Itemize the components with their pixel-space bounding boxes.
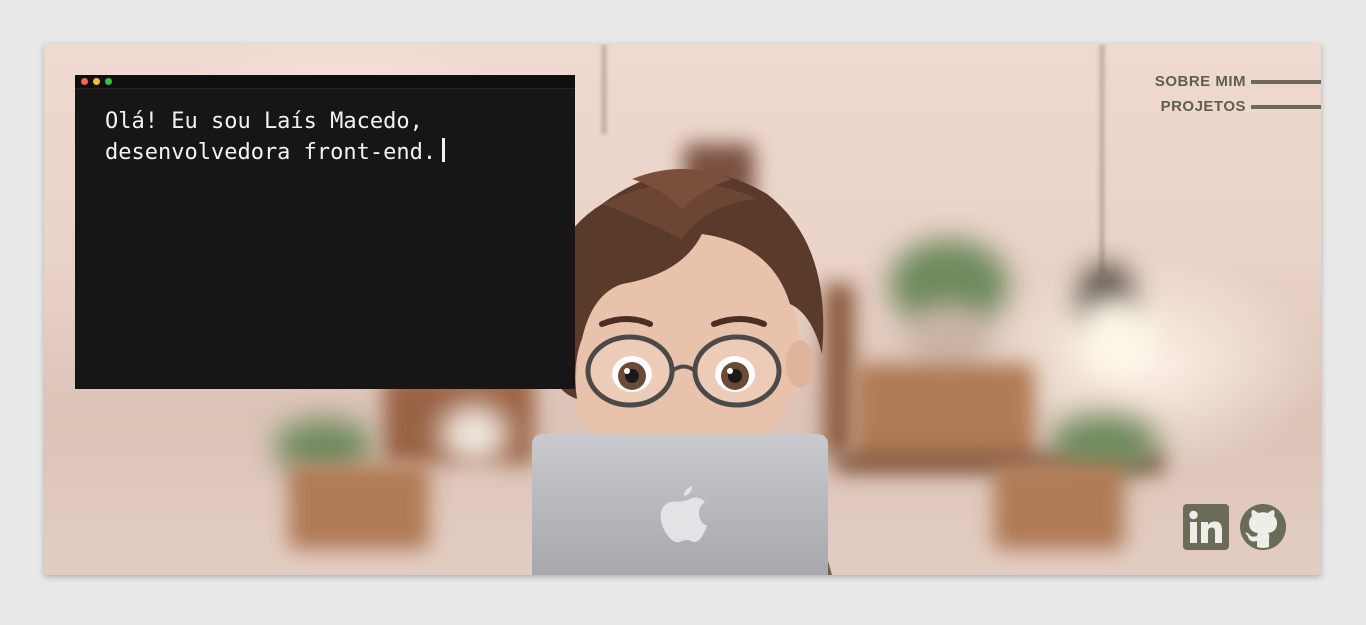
- background-decoration: [854, 364, 1034, 464]
- nav-underline: [1251, 79, 1321, 84]
- intro-line-1: Olá! Eu sou Laís Macedo,: [105, 109, 423, 134]
- nav-label: SOBRE MIM: [1154, 73, 1246, 90]
- terminal-text: Olá! Eu sou Laís Macedo, desenvolvedora …: [75, 89, 535, 168]
- background-decoration: [439, 404, 509, 464]
- linkedin-link[interactable]: [1183, 504, 1229, 555]
- nav-projetos[interactable]: PROJETOS: [1155, 94, 1321, 119]
- background-decoration: [1100, 44, 1104, 274]
- close-dot-icon: [81, 78, 88, 85]
- terminal-window: Olá! Eu sou Laís Macedo, desenvolvedora …: [75, 75, 575, 389]
- github-icon: [1240, 504, 1286, 550]
- nav-underline: [1251, 104, 1321, 109]
- text-cursor: [442, 138, 446, 162]
- linkedin-icon: [1183, 504, 1229, 550]
- background-decoration: [602, 44, 606, 134]
- avatar-illustration: [532, 169, 832, 575]
- maximize-dot-icon: [105, 78, 112, 85]
- background-decoration: [289, 464, 429, 549]
- intro-line-2: desenvolvedora front-end.: [105, 140, 437, 165]
- background-decoration: [994, 464, 1124, 549]
- hero-banner: Olá! Eu sou Laís Macedo, desenvolvedora …: [44, 44, 1321, 575]
- minimize-dot-icon: [93, 78, 100, 85]
- background-decoration: [1074, 294, 1154, 374]
- nav-sobre-mim[interactable]: SOBRE MIM: [1155, 69, 1321, 94]
- nav-label: PROJETOS: [1160, 98, 1246, 115]
- github-link[interactable]: [1240, 504, 1286, 555]
- main-nav: SOBRE MIM PROJETOS: [1155, 69, 1321, 119]
- social-links: [1183, 504, 1286, 555]
- terminal-titlebar: [75, 75, 575, 89]
